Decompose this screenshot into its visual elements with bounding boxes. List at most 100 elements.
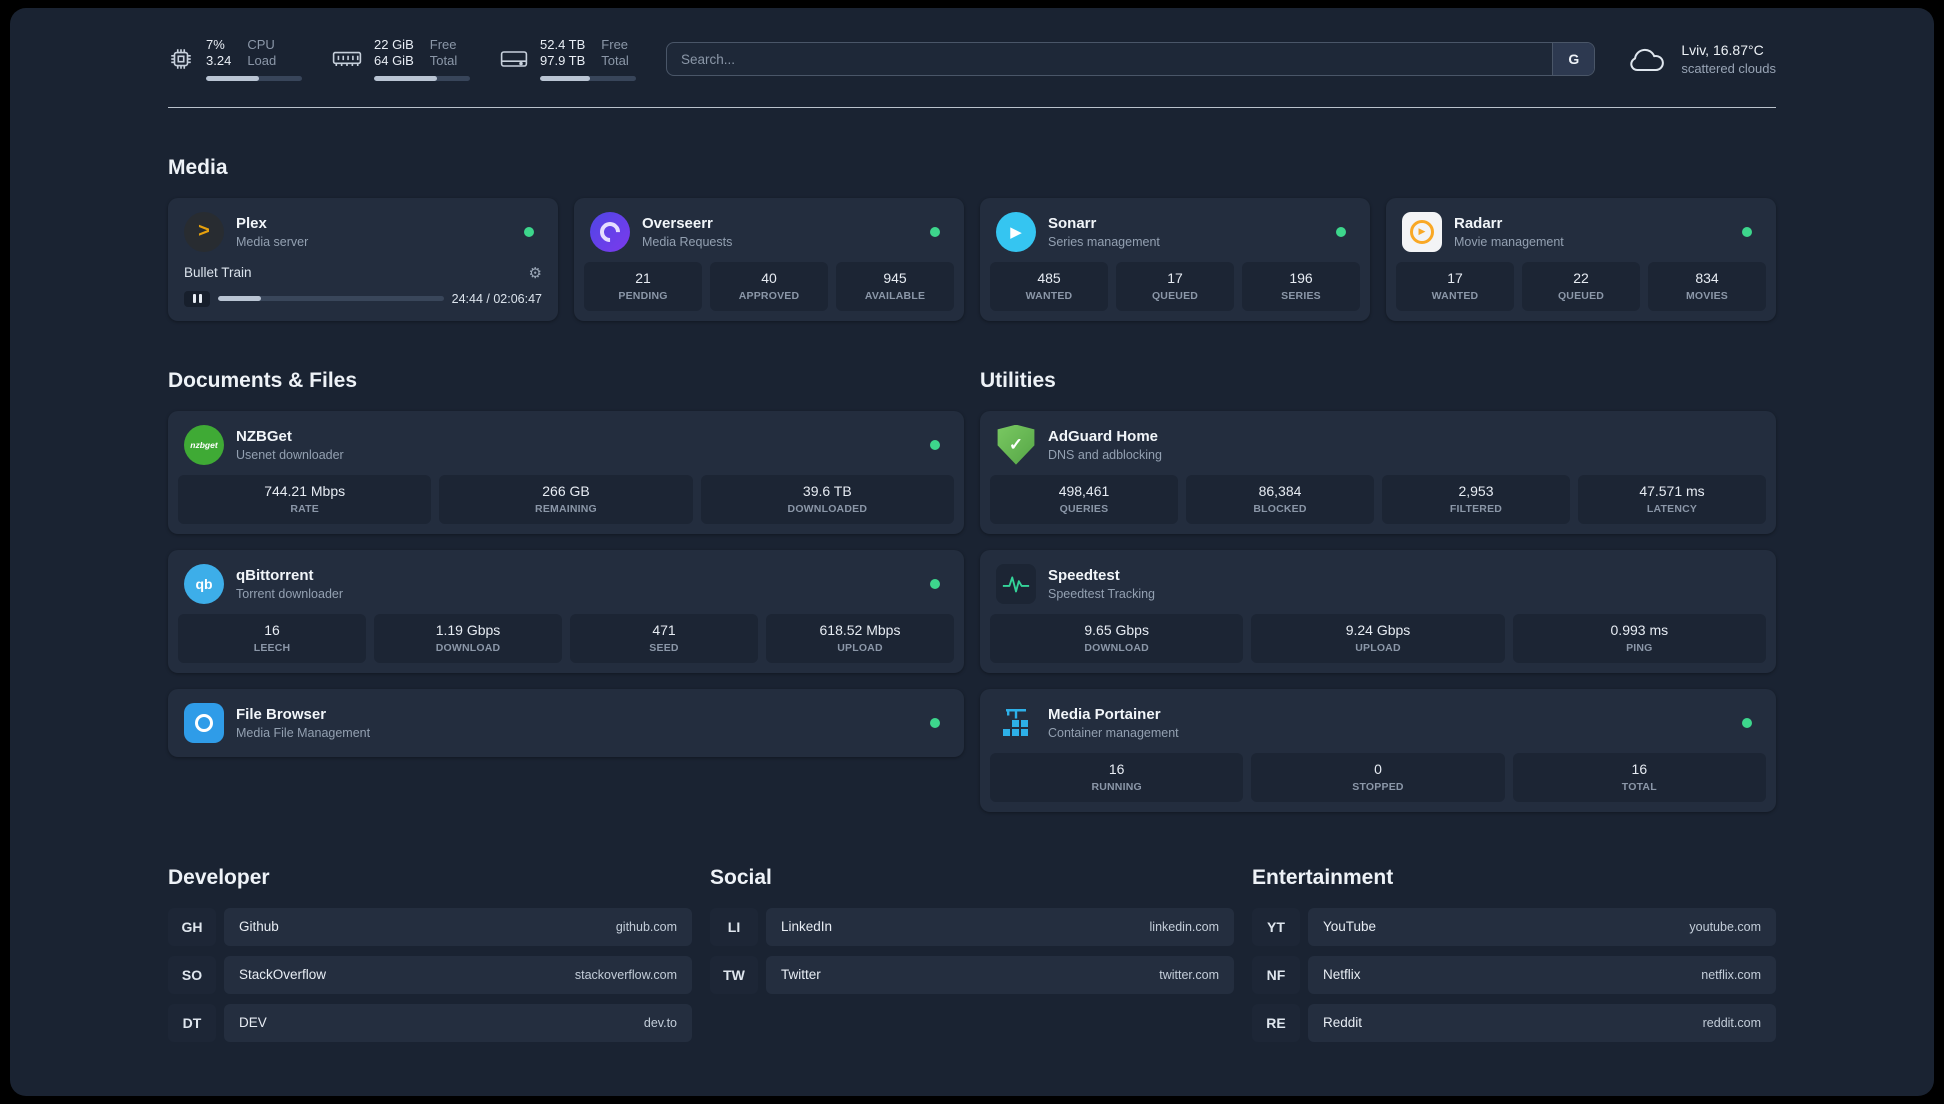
stat-tile: 266 GB REMAINING [439, 474, 693, 524]
status-indicator [524, 226, 534, 237]
stat-tile: 744.21 Mbps RATE [178, 474, 432, 524]
search-input[interactable] [667, 51, 1553, 67]
stat-tile: 39.6 TB DOWNLOADED [700, 474, 954, 524]
bookmark-domain: twitter.com [1159, 967, 1219, 982]
dashboard-page: 7% 3.24 CPU Load 22 GiB 64 GiB Free Tota… [10, 8, 1934, 1096]
bookmark-linkedin[interactable]: LI LinkedIn linkedin.com [710, 907, 1234, 946]
status-indicator [930, 226, 940, 237]
service-card-portainer[interactable]: Media Portainer Container management 16 R… [980, 688, 1776, 812]
service-name: Sonarr [1048, 214, 1097, 232]
cpu-usage-fill [206, 75, 259, 81]
service-card-speedtest[interactable]: Speedtest Speedtest Tracking 9.65 Gbps DO… [980, 549, 1776, 673]
service-card-plex[interactable]: > Plex Media server Bullet Train ⚙ 24:44… [168, 197, 558, 321]
stat-tile: 0 STOPPED [1251, 752, 1505, 802]
service-name: qBittorrent [236, 566, 314, 584]
bookmark-domain: stackoverflow.com [574, 967, 677, 982]
stat-tile: 0.993 ms PING [1512, 613, 1766, 663]
cpu-widget: 7% 3.24 CPU Load [168, 37, 302, 81]
radarr-icon: ▶ [1402, 211, 1442, 252]
pause-button[interactable] [184, 290, 210, 307]
disk-widget: 52.4 TB 97.9 TB Free Total [500, 37, 636, 81]
service-name: Overseerr [642, 214, 713, 232]
weather-condition: scattered clouds [1681, 61, 1776, 77]
bookmark-abbr: SO [168, 955, 216, 994]
speedtest-icon [996, 563, 1036, 604]
bookmark-domain: reddit.com [1702, 1015, 1761, 1030]
bookmark-reddit[interactable]: RE Reddit reddit.com [1252, 1003, 1776, 1042]
status-indicator [1742, 226, 1752, 237]
service-subtitle: Speedtest Tracking [1048, 586, 1156, 601]
service-name: Speedtest [1048, 566, 1120, 584]
stat-tile: 16 LEECH [178, 613, 366, 663]
top-bar: 7% 3.24 CPU Load 22 GiB 64 GiB Free Tota… [168, 8, 1776, 81]
filebrowser-icon [184, 702, 224, 743]
section-title-media: Media [168, 155, 228, 179]
service-card-sonarr[interactable]: ▶ Sonarr Series management 485 WANTED 17 Q… [980, 197, 1370, 321]
service-subtitle: Movie management [1454, 234, 1564, 249]
stat-tile: 40 APPROVED [710, 261, 828, 311]
stat-tile: 9.24 Gbps UPLOAD [1251, 613, 1505, 663]
media-grid: > Plex Media server Bullet Train ⚙ 24:44… [168, 197, 1776, 321]
now-playing-title: Bullet Train [184, 265, 252, 281]
settings-gear-icon[interactable]: ⚙ [529, 264, 542, 282]
bookmark-abbr: DT [168, 1003, 216, 1042]
stat-tile: 1.19 Gbps DOWNLOAD [374, 613, 562, 663]
qbittorrent-icon: qb [184, 563, 224, 604]
bookmark-name: Twitter [781, 967, 821, 983]
memory-usage-bar [374, 75, 470, 81]
bookmark-youtube[interactable]: YT YouTube youtube.com [1252, 907, 1776, 946]
service-card-qbittorrent[interactable]: qb qBittorrent Torrent downloader 16 LEEC… [168, 549, 964, 673]
disk-usage-fill [540, 75, 590, 81]
stat-tile: 16 TOTAL [1512, 752, 1766, 802]
service-card-adguard[interactable]: ✓ AdGuard Home DNS and adblocking 498,46… [980, 410, 1776, 534]
stat-tile: 485 WANTED [990, 261, 1108, 311]
service-card-filebrowser[interactable]: File Browser Media File Management [168, 688, 964, 757]
bookmark-name: Github [239, 919, 279, 935]
service-subtitle: Torrent downloader [236, 586, 344, 601]
adguard-icon: ✓ [997, 424, 1035, 465]
status-indicator [1336, 226, 1346, 237]
bookmark-domain: netflix.com [1701, 967, 1761, 982]
service-card-nzbget[interactable]: nzbget NZBGet Usenet downloader 744.21 M… [168, 410, 964, 534]
disk-labels: Free Total [601, 37, 629, 69]
bookmark-name: LinkedIn [781, 919, 833, 935]
portainer-icon [996, 703, 1036, 743]
stat-tile: 22 QUEUED [1522, 261, 1640, 311]
playback-progress-bar[interactable] [218, 296, 444, 302]
sonarr-icon: ▶ [996, 211, 1036, 252]
status-indicator [930, 717, 940, 728]
service-subtitle: Media File Management [236, 725, 371, 740]
section-title-documents: Documents & Files [168, 368, 358, 392]
bookmark-stackoverflow[interactable]: SO StackOverflow stackoverflow.com [168, 955, 692, 994]
bookmark-netflix[interactable]: NF Netflix netflix.com [1252, 955, 1776, 994]
bookmark-domain: dev.to [643, 1015, 677, 1030]
search-provider-button[interactable]: G [1552, 43, 1595, 76]
bookmark-group-social: Social LI LinkedIn linkedin.com TW Twitt… [710, 818, 1234, 1042]
section-title-entertainment: Entertainment [1252, 865, 1394, 889]
service-name: Radarr [1454, 214, 1503, 232]
service-card-radarr[interactable]: ▶ Radarr Movie management 17 WANTED 22 QUE… [1386, 197, 1776, 321]
bookmark-abbr: YT [1252, 907, 1300, 946]
bookmark-twitter[interactable]: TW Twitter twitter.com [710, 955, 1234, 994]
memory-values: 22 GiB 64 GiB [374, 37, 414, 69]
bookmark-github[interactable]: GH Github github.com [168, 907, 692, 946]
bookmark-abbr: LI [710, 907, 758, 946]
stat-tile: 9.65 Gbps DOWNLOAD [990, 613, 1244, 663]
plex-now-playing-widget: Bullet Train ⚙ 24:44 / 02:06:47 [178, 262, 548, 311]
service-card-overseerr[interactable]: Overseerr Media Requests 21 PENDING 40 APP… [574, 197, 964, 321]
service-subtitle: DNS and adblocking [1048, 447, 1162, 462]
cpu-labels: CPU Load [247, 37, 277, 69]
nzbget-icon: nzbget [184, 424, 224, 465]
service-subtitle: Media server [236, 234, 309, 249]
bookmark-domain: github.com [615, 919, 677, 934]
service-subtitle: Usenet downloader [236, 447, 344, 462]
playback-progress-fill [218, 296, 261, 302]
playback-time: 24:44 / 02:06:47 [451, 291, 542, 306]
section-title-developer: Developer [168, 865, 270, 889]
service-name: NZBGet [236, 427, 292, 445]
bookmark-dev[interactable]: DT DEV dev.to [168, 1003, 692, 1042]
stat-tile: 17 WANTED [1396, 261, 1514, 311]
stat-tile: 834 MOVIES [1648, 261, 1766, 311]
bookmark-domain: linkedin.com [1149, 919, 1219, 934]
weather-widget: Lviv, 16.87°C scattered clouds [1625, 42, 1776, 76]
